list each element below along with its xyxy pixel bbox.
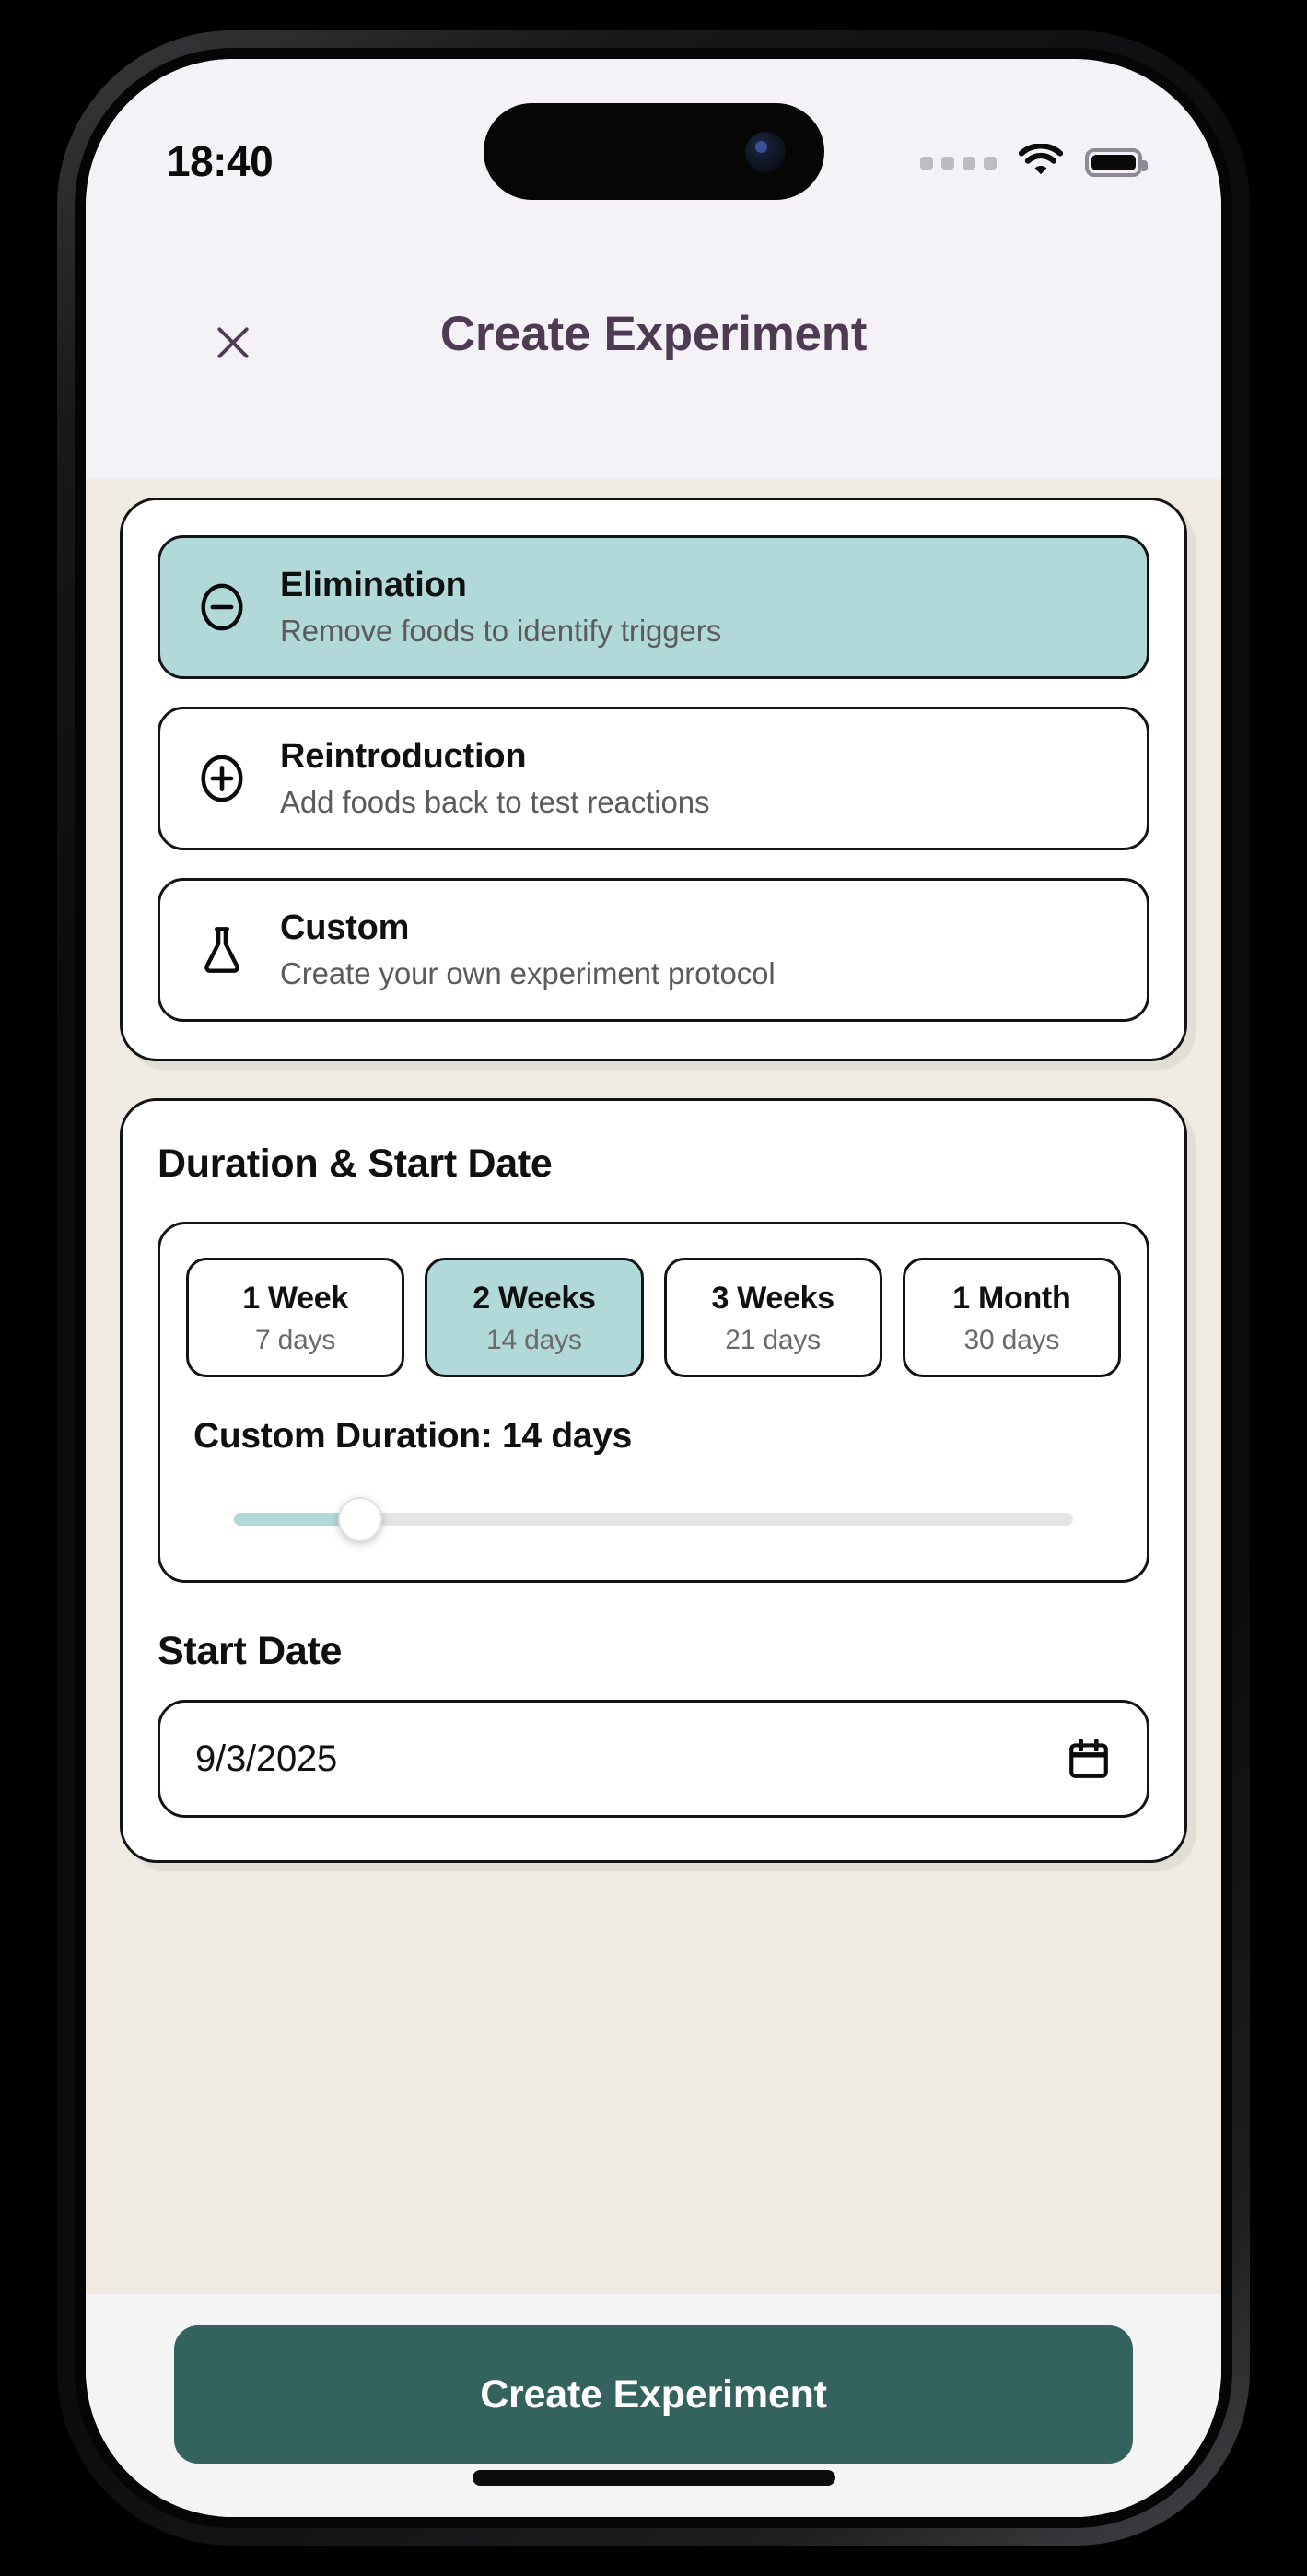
phone-screen: 18:40 Create Experiment Elimination Remo…: [86, 59, 1221, 2517]
experiment-type-description: Remove foods to identify triggers: [280, 614, 722, 648]
battery-full-icon: [1085, 148, 1148, 177]
experiment-type-description: Create your own experiment protocol: [280, 956, 776, 990]
duration-chip-sublabel: 14 days: [486, 1325, 582, 1355]
experiment-type-title: Custom: [280, 908, 410, 947]
duration-chip-sublabel: 30 days: [963, 1325, 1060, 1355]
nav-header: Create Experiment: [86, 262, 1221, 479]
phone-frame: 18:40 Create Experiment Elimination Remo…: [57, 30, 1250, 2546]
duration-chip-sublabel: 7 days: [255, 1325, 336, 1355]
duration-chip-label: 1 Month: [952, 1281, 1071, 1316]
duration-chip-sublabel: 21 days: [725, 1325, 821, 1355]
experiment-type-description: Add foods back to test reactions: [280, 785, 710, 819]
start-date-heading: Start Date: [158, 1629, 343, 1673]
status-indicators: [920, 143, 1148, 181]
front-camera-icon: [744, 131, 786, 172]
experiment-type-option-custom[interactable]: Custom Create your own experiment protoc…: [158, 878, 1149, 1022]
duration-chip-label: 1 Week: [242, 1281, 348, 1316]
bottom-action-bar: Create Experiment: [86, 2294, 1221, 2517]
duration-chip-1-week[interactable]: 1 Week 7 days: [186, 1258, 405, 1377]
calendar-icon[interactable]: [1066, 1736, 1112, 1782]
plus-circle-icon: [192, 748, 252, 809]
experiment-type-card: Elimination Remove foods to identify tri…: [120, 498, 1187, 1061]
experiment-type-title: Reintroduction: [280, 737, 527, 776]
signal-dots-icon: [920, 156, 997, 170]
slider-track[interactable]: [234, 1497, 1073, 1541]
create-experiment-button[interactable]: Create Experiment: [174, 2325, 1133, 2464]
duration-chip-2-weeks[interactable]: 2 Weeks 14 days: [425, 1258, 644, 1377]
start-date-input[interactable]: 9/3/2025: [158, 1700, 1149, 1818]
custom-duration-slider[interactable]: [186, 1495, 1121, 1543]
page-title: Create Experiment: [439, 307, 868, 361]
wifi-icon: [1018, 143, 1064, 181]
status-bar: 18:40: [86, 59, 1221, 262]
experiment-type-title: Elimination: [280, 566, 467, 604]
dynamic-island: [483, 103, 824, 200]
scroll-content[interactable]: Elimination Remove foods to identify tri…: [86, 479, 1221, 2294]
slider-thumb[interactable]: [337, 1497, 382, 1541]
duration-chip-1-month[interactable]: 1 Month 30 days: [902, 1258, 1121, 1377]
minus-circle-icon: [192, 577, 252, 638]
duration-chip-3-weeks[interactable]: 3 Weeks 21 days: [663, 1258, 882, 1377]
duration-chip-label: 2 Weeks: [473, 1281, 596, 1316]
experiment-type-option-reintroduction[interactable]: Reintroduction Add foods back to test re…: [158, 707, 1149, 850]
duration-chip-group: 1 Week 7 days 2 Weeks 14 days 3 Weeks 21…: [186, 1258, 1121, 1377]
phone-bezel: 18:40 Create Experiment Elimination Remo…: [75, 48, 1232, 2528]
start-date-value: 9/3/2025: [195, 1738, 338, 1779]
flask-icon: [192, 919, 252, 980]
duration-card: Duration & Start Date 1 Week 7 days 2 We…: [120, 1098, 1187, 1863]
duration-chip-label: 3 Weeks: [711, 1281, 834, 1316]
home-indicator[interactable]: [472, 2470, 835, 2486]
duration-picker: 1 Week 7 days 2 Weeks 14 days 3 Weeks 21…: [158, 1222, 1149, 1583]
duration-section-heading: Duration & Start Date: [158, 1142, 553, 1186]
status-time: 18:40: [167, 137, 274, 185]
experiment-type-option-elimination[interactable]: Elimination Remove foods to identify tri…: [158, 535, 1149, 679]
custom-duration-label: Custom Duration: 14 days: [193, 1416, 633, 1456]
